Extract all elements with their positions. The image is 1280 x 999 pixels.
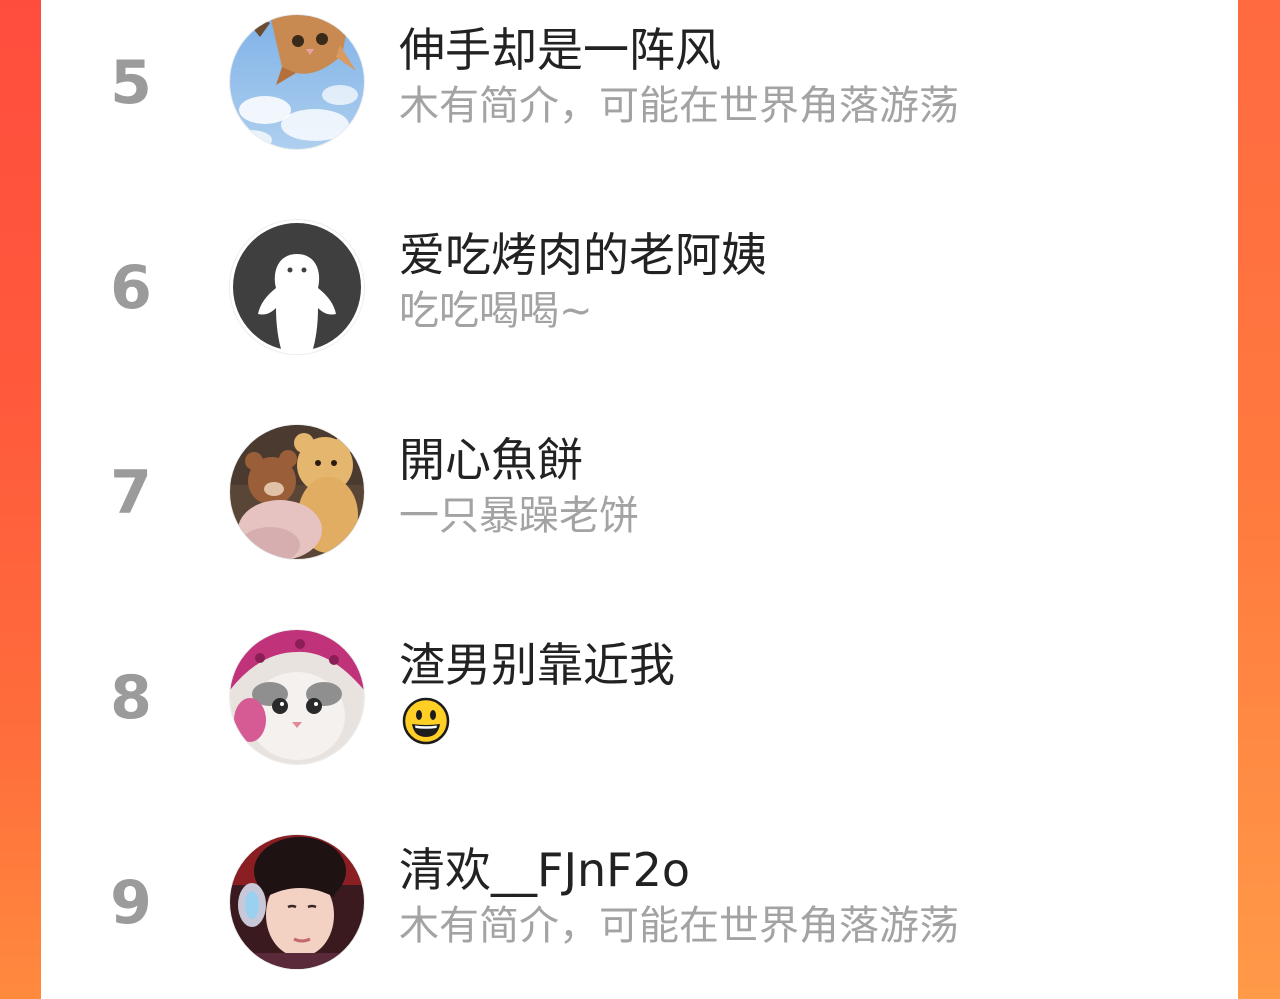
- user-name[interactable]: 開心魚餅: [399, 430, 583, 490]
- rank-number: 5: [110, 48, 152, 118]
- grinning-face-emoji-icon: [402, 697, 450, 745]
- ranking-screen: 5 伸手却是一阵风 木有简介，可能在世界角落游荡 6 爱吃烤肉的老阿姨 吃吃喝喝…: [0, 0, 1280, 999]
- ranking-row[interactable]: 5 伸手却是一阵风 木有简介，可能在世界角落游荡: [41, 8, 1238, 158]
- user-name[interactable]: 爱吃烤肉的老阿姨: [399, 225, 767, 285]
- rank-number: 6: [110, 253, 152, 323]
- user-bio: 一只暴躁老饼: [399, 493, 639, 539]
- ranking-list-panel: 5 伸手却是一阵风 木有简介，可能在世界角落游荡 6 爱吃烤肉的老阿姨 吃吃喝喝…: [41, 0, 1238, 999]
- user-name[interactable]: 伸手却是一阵风: [399, 20, 721, 80]
- user-bio: 吃吃喝喝~: [399, 288, 593, 334]
- user-name[interactable]: 清欢__FJnF2o: [399, 840, 690, 900]
- rank-number: 7: [110, 458, 152, 528]
- default-ghost-avatar-icon[interactable]: [230, 220, 364, 354]
- teddy-bears-avatar-icon[interactable]: [230, 425, 364, 559]
- ranking-row[interactable]: 8 渣男别靠近我: [41, 623, 1238, 773]
- user-bio: 木有简介，可能在世界角落游荡: [399, 83, 959, 129]
- cat-pink-hat-avatar-icon[interactable]: [230, 630, 364, 764]
- rank-number: 9: [110, 868, 152, 938]
- user-name[interactable]: 渣男别靠近我: [399, 635, 675, 695]
- ranking-row[interactable]: 6 爱吃烤肉的老阿姨 吃吃喝喝~: [41, 213, 1238, 363]
- user-bio: 木有简介，可能在世界角落游荡: [399, 903, 959, 949]
- girl-headphones-avatar-icon[interactable]: [230, 835, 364, 969]
- cat-sky-avatar-icon[interactable]: [230, 15, 364, 149]
- ranking-row[interactable]: 9 清欢__FJnF2o 木有简介，可能在世界角落游荡: [41, 828, 1238, 978]
- ranking-row[interactable]: 7 開心魚餅 一只暴躁老饼: [41, 418, 1238, 568]
- rank-number: 8: [110, 663, 152, 733]
